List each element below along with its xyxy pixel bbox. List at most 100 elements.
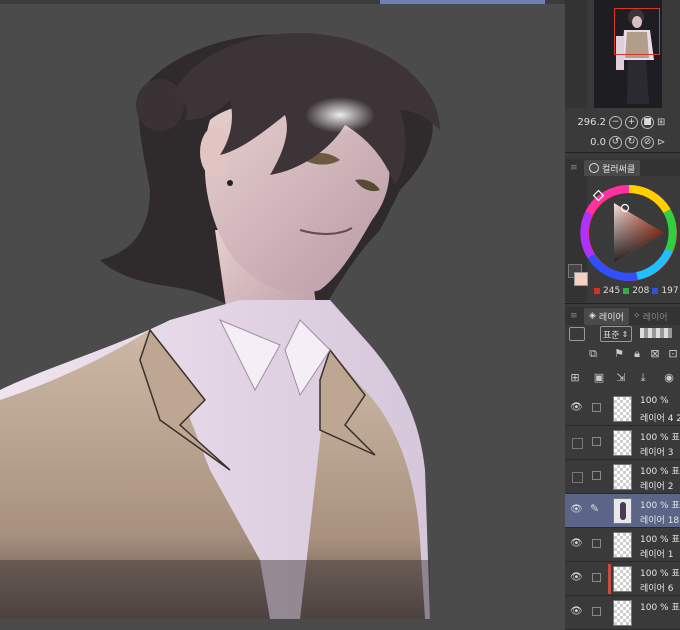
rgb-r-value[interactable]: 245 — [603, 286, 620, 296]
layer-name[interactable]: 레이어 18 — [640, 513, 679, 526]
eye-icon[interactable]: 👁︎ — [570, 572, 583, 584]
layer-name[interactable]: 레이어 3 — [640, 445, 673, 458]
layer-opacity: 100 % 표 — [640, 467, 680, 477]
new-folder-icon[interactable]: ▣ — [593, 372, 605, 384]
layer-color-select[interactable] — [569, 327, 585, 341]
rotation-value[interactable]: 0.0 — [570, 137, 606, 148]
reference-layer-icon[interactable]: ⧉ — [587, 348, 599, 360]
color-wheel[interactable] — [577, 178, 677, 284]
panel-divider — [565, 303, 680, 304]
layer-row[interactable]: 👁︎ 100 % 표레이어 6 — [565, 562, 680, 596]
lock-transparency-icon[interactable]: ⊠ — [649, 348, 661, 360]
color-panel — [565, 176, 680, 302]
layer-thumbnail[interactable] — [613, 498, 632, 524]
blend-mode-value: 표준 — [603, 330, 620, 341]
layer-thumbnail[interactable] — [613, 464, 632, 490]
layer-panel-header: ≡ ◈ 레이어 ⟡ 레이어 — [565, 307, 680, 325]
layer-checkbox[interactable] — [592, 403, 601, 412]
merge-down-icon[interactable]: ⤓ — [637, 372, 649, 384]
zoom-out-icon[interactable]: − — [609, 115, 622, 129]
lock-icon[interactable]: 🔒︎ — [631, 348, 643, 360]
eye-icon[interactable]: 👁︎ — [570, 402, 583, 414]
layer-opacity-slider[interactable] — [640, 328, 672, 338]
panel-grip-icon[interactable]: ≡ — [570, 311, 584, 321]
layer-thumbnail[interactable] — [613, 566, 632, 592]
tab-layer-property[interactable]: ⟡ 레이어 — [629, 308, 673, 325]
mask-icon[interactable]: ◉ — [663, 372, 675, 384]
layer-opacity: 100 % 표 — [640, 603, 680, 613]
rgb-g-value[interactable]: 208 — [632, 286, 649, 296]
layer-stack-icon: ◈ — [589, 311, 596, 321]
layer-tab-label: 레이어 — [598, 312, 624, 323]
pen-icon: ✎ — [590, 502, 600, 515]
transfer-down-icon[interactable]: ⇲ — [615, 372, 627, 384]
eye-hidden-icon[interactable] — [572, 438, 583, 449]
rotate-reset-icon[interactable]: ⊘ — [641, 135, 654, 149]
color-circle-icon — [589, 163, 599, 173]
blue-channel-icon — [652, 288, 659, 294]
chevron-updown-icon: ⇕ — [621, 329, 629, 339]
layer-row[interactable]: 👁︎ 100 % 표 — [565, 596, 680, 630]
eye-icon[interactable]: 👁︎ — [570, 606, 583, 618]
layer-checkbox[interactable] — [592, 573, 601, 582]
green-channel-icon — [623, 288, 630, 294]
layer-thumbnail[interactable] — [613, 600, 632, 626]
canvas-scroll-indicator[interactable] — [380, 0, 545, 4]
clipping-indicator — [608, 564, 611, 594]
color-circle-tab-label: 컬러써클 — [602, 164, 636, 175]
eye-hidden-icon[interactable] — [572, 472, 583, 483]
rgb-readout: 245 208 197 — [594, 286, 679, 296]
layer-row[interactable]: 100 % 표레이어 2 — [565, 460, 680, 494]
eye-icon[interactable]: 👁︎ — [570, 538, 583, 550]
layer-thumbnail[interactable] — [613, 396, 632, 422]
eye-icon[interactable]: 👁︎ — [570, 504, 583, 516]
drawing-canvas[interactable] — [0, 0, 565, 619]
zoom-fit-icon[interactable]: ■ — [641, 115, 654, 129]
layer-thumbnail[interactable] — [613, 532, 632, 558]
panel-divider — [565, 152, 680, 153]
layer-name[interactable]: 레이어 4 2 — [640, 411, 680, 424]
new-raster-layer-icon[interactable]: ⊞ — [569, 372, 581, 384]
layer-opacity: 100 % 표 — [640, 569, 680, 579]
navigator-side-strip — [565, 0, 587, 108]
sub-color-swatch[interactable] — [574, 272, 588, 286]
draft-layer-icon[interactable]: ⚑ — [613, 348, 625, 360]
layer-opacity: 100 % — [640, 396, 669, 406]
tab-layer[interactable]: ◈ 레이어 — [584, 307, 629, 325]
rotate-left-icon[interactable]: ↺ — [609, 135, 622, 149]
layer-checkbox[interactable] — [592, 471, 601, 480]
illustration-artwork — [0, 33, 440, 619]
layer-row[interactable]: 👁︎ ✎ 100 % 표 레이어 18 — [565, 494, 680, 528]
layer-property-icon: ⟡ — [633, 311, 640, 321]
tab-color-circle[interactable]: 컬러써클 — [584, 159, 641, 177]
layer-row[interactable]: 👁︎ 100 % 레이어 4 2 — [565, 392, 680, 426]
navigator-view-frame[interactable] — [614, 8, 660, 55]
zoom-row: 296.2 − + ■ ⊞ — [570, 113, 665, 131]
layer-checkbox[interactable] — [592, 607, 601, 616]
rgb-b-value[interactable]: 197 — [661, 286, 678, 296]
layer-opacity: 100 % 표 — [640, 433, 680, 443]
layer-row[interactable]: 100 % 표레이어 3 — [565, 426, 680, 460]
layer-toolbar-1: ⧉ ⚑ 🔒︎ ⊠ ⊡ — [565, 348, 680, 366]
layer-thumbnail[interactable] — [613, 430, 632, 456]
layer-property-tab-label: 레이어 — [642, 312, 668, 323]
layer-name[interactable]: 레이어 1 — [640, 547, 673, 560]
layer-opacity: 100 % 표 — [640, 535, 680, 545]
zoom-value[interactable]: 296.2 — [570, 117, 606, 128]
layer-name[interactable]: 레이어 6 — [640, 581, 673, 594]
panel-grip-icon[interactable]: ≡ — [570, 163, 584, 173]
rotation-row: 0.0 ↺ ↻ ⊘ ⊳ — [570, 133, 665, 151]
layer-row[interactable]: 👁︎ 100 % 표레이어 1 — [565, 528, 680, 562]
mask-enable-icon[interactable]: ⊡ — [667, 348, 679, 360]
layer-name[interactable]: 레이어 2 — [640, 479, 673, 492]
layer-toolbar-2: ⊞ ▣ ⇲ ⤓ ◉ — [565, 372, 680, 390]
rotate-right-icon[interactable]: ↻ — [625, 135, 638, 149]
color-panel-header: ≡ 컬러써클 — [565, 159, 680, 177]
blend-mode-select[interactable]: 표준 ⇕ — [600, 326, 632, 342]
red-channel-icon — [594, 288, 600, 294]
zoom-in-icon[interactable]: + — [625, 115, 638, 129]
layer-checkbox[interactable] — [592, 437, 601, 446]
layer-checkbox[interactable] — [592, 539, 601, 548]
navigator-option-icon[interactable]: ⊞ — [657, 117, 665, 128]
flip-horizontal-icon[interactable]: ⊳ — [657, 137, 665, 148]
